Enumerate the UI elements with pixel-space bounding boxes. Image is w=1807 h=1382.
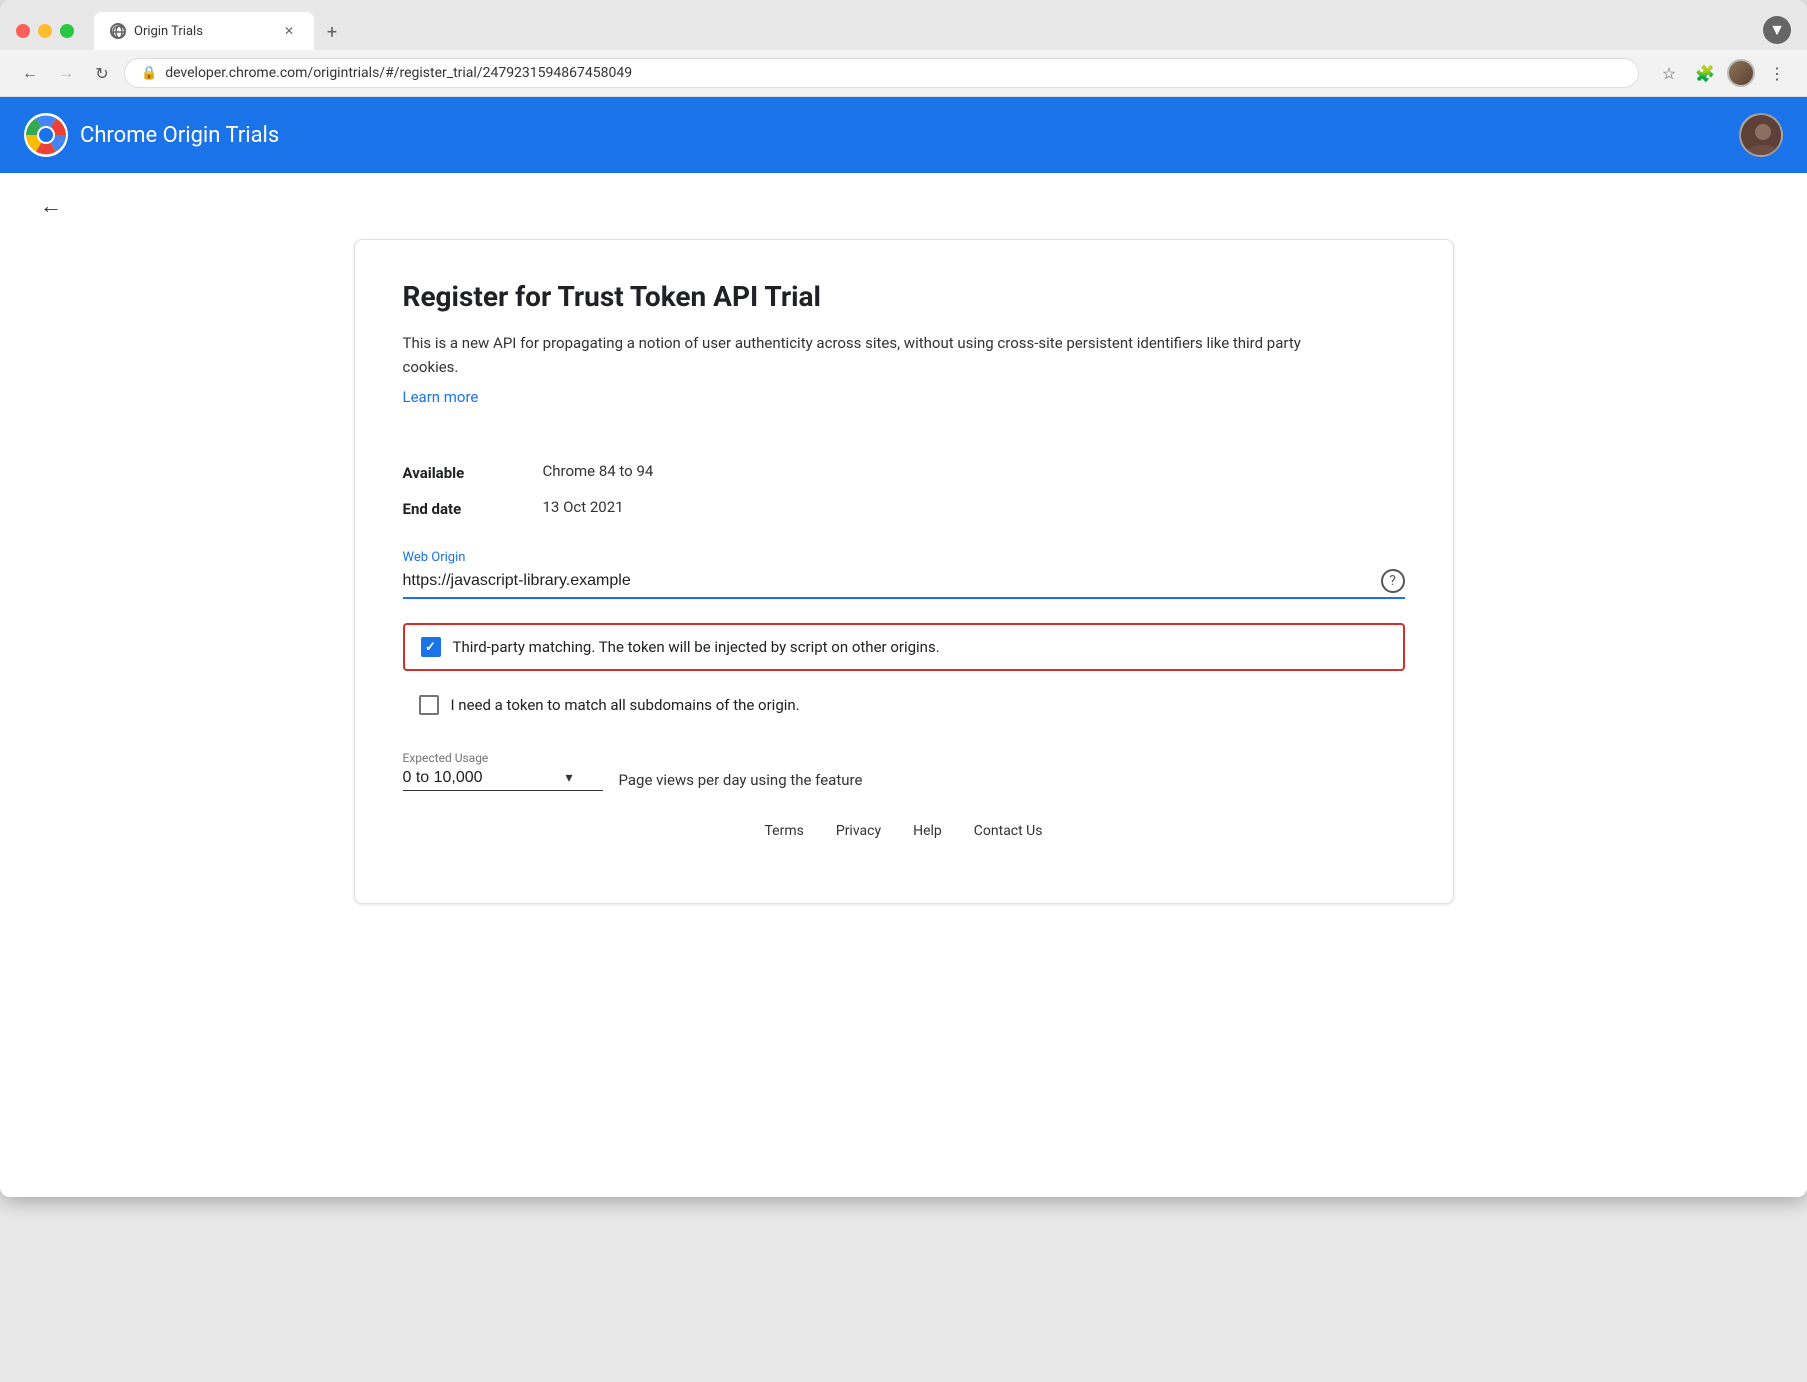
web-origin-field-group: Web Origin ? <box>403 550 1405 599</box>
main-area: ← Register for Trust Token API Trial Thi… <box>0 173 1807 924</box>
chrome-logo <box>24 113 68 157</box>
usage-description: Page views per day using the feature <box>619 771 863 789</box>
nav-bar: ← → ↻ 🔒 developer.chrome.com/origintrial… <box>0 50 1807 97</box>
extensions-button[interactable]: 🧩 <box>1691 59 1719 87</box>
contact-us-link[interactable]: Contact Us <box>974 823 1043 839</box>
third-party-checkbox-label: Third-party matching. The token will be … <box>453 638 940 656</box>
header-avatar[interactable] <box>1739 113 1783 157</box>
close-button[interactable] <box>16 24 30 38</box>
tab-bar: Origin Trials ✕ + ▼ <box>94 12 1791 50</box>
available-label: Available <box>403 462 543 482</box>
tab-close-button[interactable]: ✕ <box>280 22 298 40</box>
subdomain-checkbox-label: I need a token to match all subdomains o… <box>451 696 800 714</box>
tab-favicon <box>110 23 126 39</box>
browser-window: Origin Trials ✕ + ▼ ← → ↻ 🔒 developer.ch… <box>0 0 1807 1197</box>
form-heading: Register for Trust Token API Trial <box>403 280 1405 313</box>
end-date-value: 13 Oct 2021 <box>543 498 1405 518</box>
third-party-checkbox[interactable]: ✓ <box>421 637 441 657</box>
page-content: Chrome Origin Trials ← Register for Trus… <box>0 97 1807 1197</box>
terms-link[interactable]: Terms <box>765 823 804 839</box>
checkbox-group: ✓ Third-party matching. The token will b… <box>403 623 1405 727</box>
help-link[interactable]: Help <box>913 823 942 839</box>
app-header-left: Chrome Origin Trials <box>24 113 279 157</box>
web-origin-input[interactable] <box>403 572 1373 590</box>
page-footer: Terms Privacy Help Contact Us <box>403 799 1405 863</box>
web-origin-help-icon[interactable]: ? <box>1381 569 1405 593</box>
web-origin-label: Web Origin <box>403 550 1405 565</box>
form-description: This is a new API for propagating a noti… <box>403 331 1303 379</box>
app-header: Chrome Origin Trials <box>0 97 1807 173</box>
refresh-button[interactable]: ↻ <box>88 59 116 87</box>
subdomain-checkbox-item: I need a token to match all subdomains o… <box>403 683 1405 727</box>
new-tab-button[interactable]: + <box>318 18 346 46</box>
usage-select[interactable]: 0 to 10,000 10,000 to 1,000,000 1,000,00… <box>403 769 566 786</box>
active-tab[interactable]: Origin Trials ✕ <box>94 12 314 50</box>
bookmark-button[interactable]: ☆ <box>1655 59 1683 87</box>
minimize-button[interactable] <box>38 24 52 38</box>
window-controls <box>16 24 74 38</box>
privacy-link[interactable]: Privacy <box>836 823 881 839</box>
address-bar[interactable]: 🔒 developer.chrome.com/origintrials/#/re… <box>124 58 1639 88</box>
usage-dropdown-arrow: ▾ <box>566 770 573 786</box>
form-card: Register for Trust Token API Trial This … <box>354 239 1454 904</box>
end-date-label: End date <box>403 498 543 518</box>
third-party-checkbox-item: ✓ Third-party matching. The token will b… <box>403 623 1405 671</box>
info-grid: Available Chrome 84 to 94 End date 13 Oc… <box>403 462 1405 518</box>
back-nav-button[interactable]: ← <box>16 59 44 87</box>
maximize-button[interactable] <box>60 24 74 38</box>
learn-more-link[interactable]: Learn more <box>403 388 479 406</box>
checkbox-check-icon: ✓ <box>425 640 436 655</box>
nav-actions: ☆ 🧩 ⋮ <box>1655 59 1791 87</box>
tab-title: Origin Trials <box>134 24 272 39</box>
back-button[interactable]: ← <box>40 193 62 219</box>
app-title: Chrome Origin Trials <box>80 123 279 148</box>
title-bar: Origin Trials ✕ + ▼ <box>0 0 1807 50</box>
forward-nav-button[interactable]: → <box>52 59 80 87</box>
url-text: developer.chrome.com/origintrials/#/regi… <box>165 65 1622 81</box>
available-value: Chrome 84 to 94 <box>543 462 1405 482</box>
usage-select-wrapper: 0 to 10,000 10,000 to 1,000,000 1,000,00… <box>403 769 603 791</box>
user-avatar[interactable] <box>1727 59 1755 87</box>
usage-row: 0 to 10,000 10,000 to 1,000,000 1,000,00… <box>403 769 1405 791</box>
lock-icon: 🔒 <box>141 66 157 81</box>
web-origin-input-wrapper: ? <box>403 569 1405 599</box>
profile-menu-button[interactable]: ▼ <box>1763 16 1791 44</box>
subdomain-checkbox[interactable] <box>419 695 439 715</box>
expected-usage-label: Expected Usage <box>403 751 1405 765</box>
menu-button[interactable]: ⋮ <box>1763 59 1791 87</box>
expected-usage-group: Expected Usage 0 to 10,000 10,000 to 1,0… <box>403 751 1405 791</box>
